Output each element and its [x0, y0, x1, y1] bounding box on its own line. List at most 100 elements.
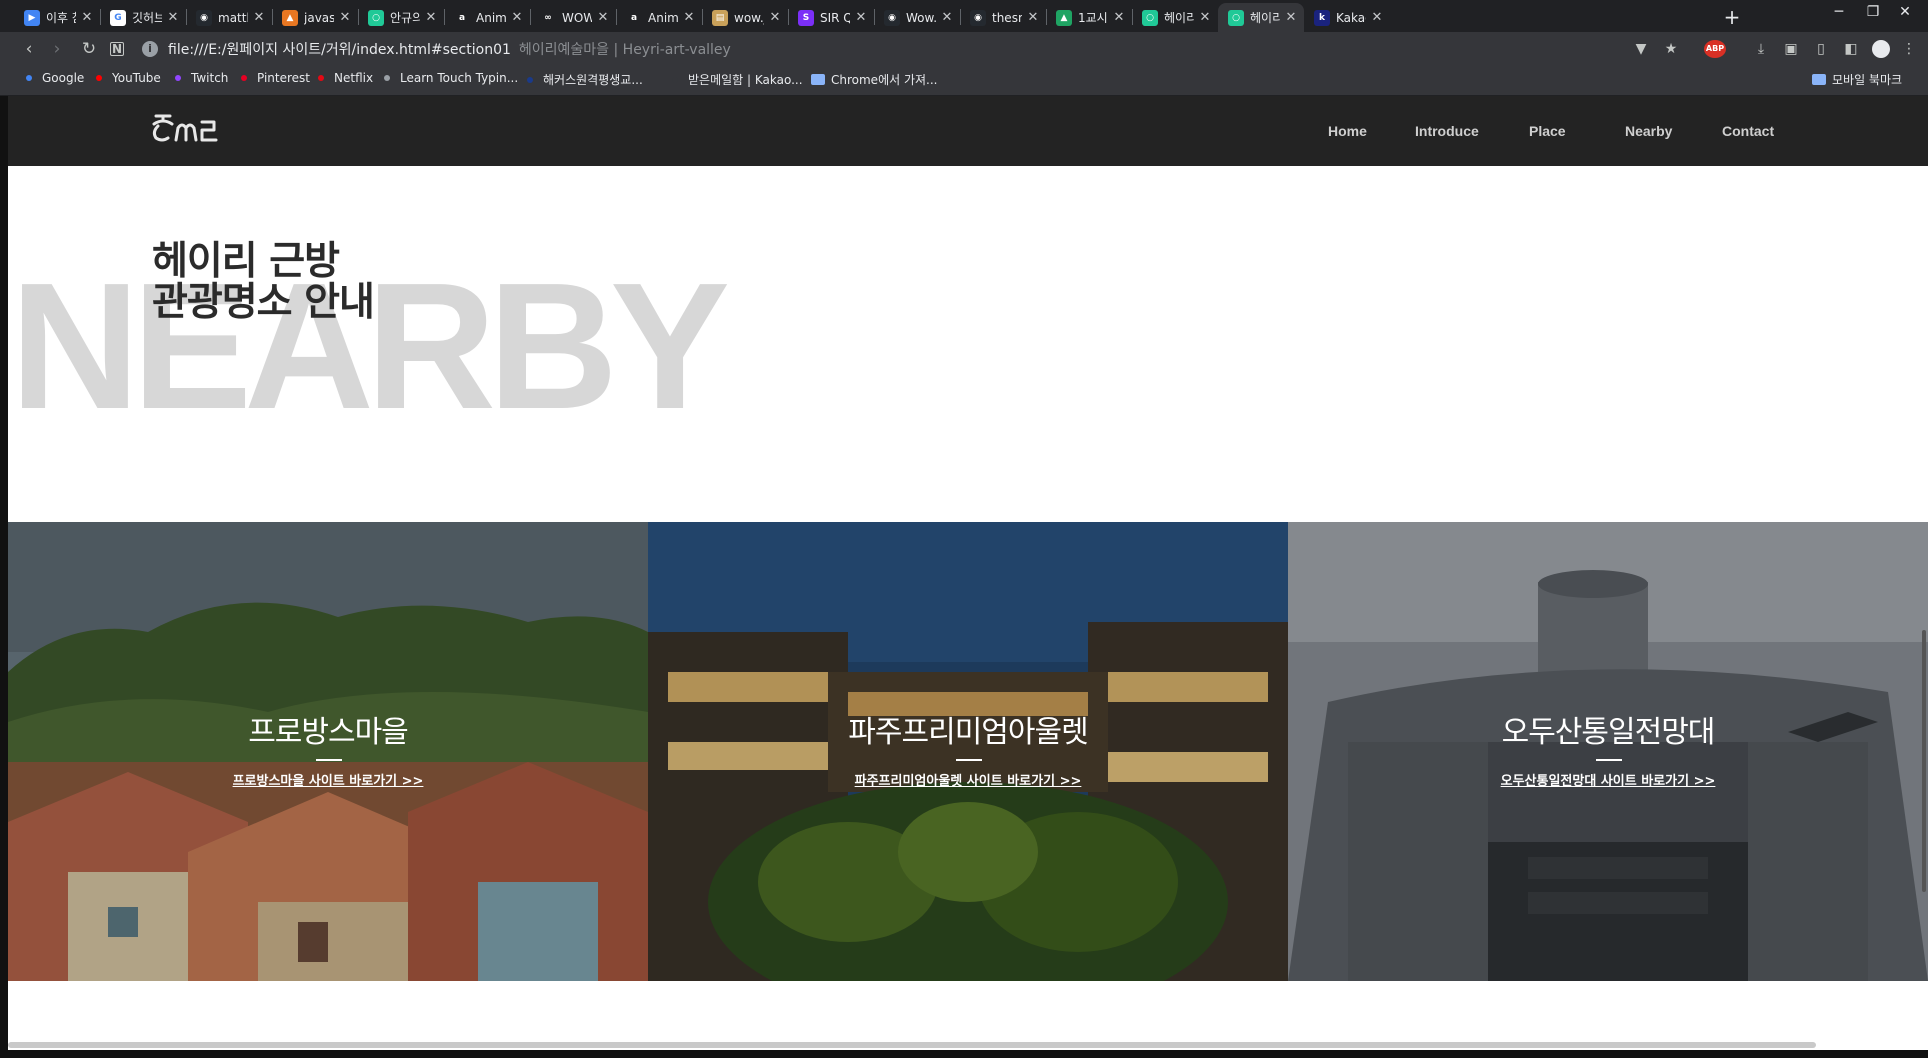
bookmark-item[interactable]: Netflix — [318, 71, 373, 85]
nav-place[interactable]: Place — [1529, 96, 1566, 166]
browser-tab[interactable]: k Kakao D ✕ — [1304, 3, 1390, 32]
browser-tab[interactable]: G 깃허브 · ✕ — [100, 3, 186, 32]
tab-favicon-icon: k — [1314, 9, 1330, 26]
close-tab-icon[interactable]: ✕ — [338, 10, 352, 25]
browser-tab[interactable]: ○ 안규의 ✕ — [358, 3, 444, 32]
reload-icon[interactable]: ↻ — [78, 38, 100, 60]
menu-kebab-icon[interactable]: ⋮ — [1900, 40, 1918, 58]
close-tab-icon[interactable]: ✕ — [854, 10, 868, 25]
bookmark-favicon-icon — [175, 75, 181, 81]
browser-tab[interactable]: ▲ 1교시 - ✕ — [1046, 3, 1132, 32]
browser-tab[interactable]: ◉ matthie ✕ — [186, 3, 272, 32]
browser-tab[interactable]: ▤ wow.js ✕ — [702, 3, 788, 32]
bookmark-item[interactable]: Pinterest — [241, 71, 310, 85]
browser-toolbar: ‹ › ↻ N i file:///E:/원페이지 사이트/거위/index.h… — [0, 32, 1928, 65]
card-link[interactable]: 오두산통일전망대 사이트 바로가기 >> — [1288, 770, 1928, 789]
close-tab-icon[interactable]: ✕ — [252, 10, 266, 25]
forward-icon[interactable]: › — [46, 38, 68, 60]
browser-tab[interactable]: a Animat ✕ — [616, 3, 702, 32]
tab-title: Animat — [476, 10, 506, 25]
bookmark-item[interactable]: YouTube — [96, 71, 161, 85]
bookmark-item[interactable]: Chrome에서 가져... — [811, 71, 938, 88]
close-tab-icon[interactable]: ✕ — [80, 10, 94, 25]
card-title: 오두산통일전망대 — [1501, 715, 1716, 750]
bookmark-item[interactable]: Learn Touch Typin... — [384, 71, 518, 85]
close-tab-icon[interactable]: ✕ — [166, 10, 180, 25]
mobile-bookmarks[interactable]: 모바일 북마크 — [1812, 71, 1902, 88]
close-tab-icon[interactable]: ✕ — [510, 10, 524, 25]
tab-favicon-icon: ◉ — [884, 9, 900, 26]
bookmark-favicon-icon — [527, 76, 533, 83]
heyri-logo[interactable] — [148, 110, 220, 146]
browser-tab[interactable]: S SIR QA ✕ — [788, 3, 874, 32]
card-title: 프로방스마을 — [248, 715, 409, 750]
browser-tab[interactable]: ▶ 이후 참: ✕ — [14, 3, 100, 32]
tab-favicon-icon: ▲ — [1056, 9, 1072, 26]
card-link[interactable]: 파주프리미엄아울렛 사이트 바로가기 >> — [648, 770, 1288, 789]
download-icon[interactable]: ⤓ — [1752, 40, 1770, 58]
window-left-edge — [0, 96, 8, 1050]
nav-nearby[interactable]: Nearby — [1625, 96, 1672, 166]
url-page-title: 헤이리예술마을 | Heyri-art-valley — [518, 42, 731, 58]
tab-title: 헤이리O — [1164, 11, 1194, 25]
bookmark-favicon-icon — [672, 76, 678, 83]
bookmark-item[interactable]: 받은메일함 | Kakao... — [672, 71, 803, 88]
horizontal-scrollbar[interactable] — [8, 1042, 1816, 1048]
close-tab-icon[interactable]: ✕ — [596, 10, 610, 25]
bookmark-label: YouTube — [112, 71, 161, 85]
shield-icon[interactable]: ▼ — [1632, 40, 1650, 58]
card-link[interactable]: 프로방스마을 사이트 바로가기 >> — [8, 770, 648, 789]
browser-tab[interactable]: ◉ thesmar ✕ — [960, 3, 1046, 32]
vertical-scrollbar-thumb[interactable] — [1922, 630, 1926, 892]
close-tab-icon[interactable]: ✕ — [424, 10, 438, 25]
tab-favicon-icon: ▶ — [24, 9, 40, 26]
nav-introduce[interactable]: Introduce — [1415, 96, 1479, 166]
browser-tab[interactable]: ▲ javascri ✕ — [272, 3, 358, 32]
close-tab-icon[interactable]: ✕ — [682, 10, 696, 25]
card-odusan-observatory[interactable]: 오두산통일전망대 오두산통일전망대 사이트 바로가기 >> — [1288, 522, 1928, 981]
nav-home[interactable]: Home — [1328, 96, 1367, 166]
close-tab-icon[interactable]: ✕ — [1198, 10, 1212, 25]
side-panel-icon[interactable]: ◧ — [1842, 40, 1860, 58]
tab-title: wow.js — [734, 10, 764, 25]
notion-extension-icon[interactable]: N — [110, 42, 124, 56]
close-tab-icon[interactable]: ✕ — [940, 10, 954, 25]
adblock-icon[interactable]: ABP — [1704, 40, 1726, 58]
tab-favicon-icon: ∞ — [540, 9, 556, 26]
bookmark-favicon-icon — [318, 75, 324, 81]
card-overlay — [648, 522, 1288, 981]
reading-list-icon[interactable]: ▯ — [1812, 40, 1830, 58]
new-tab-button[interactable]: + — [1720, 5, 1744, 29]
bookmarks-bar: 모바일 북마크 Google YouTube Twitch Pinterest Netf… — [0, 65, 1928, 96]
browser-tab[interactable]: ○ 헤이리O ✕ — [1218, 3, 1304, 32]
close-tab-icon[interactable]: ✕ — [1370, 10, 1384, 25]
bookmark-star-icon[interactable]: ★ — [1662, 40, 1680, 58]
nav-contact[interactable]: Contact — [1722, 96, 1774, 166]
card-title: 파주프리미엄아울렛 — [848, 715, 1088, 750]
address-bar[interactable]: i file:///E:/원페이지 사이트/거위/index.html#sect… — [142, 36, 1612, 62]
close-tab-icon[interactable]: ✕ — [768, 10, 782, 25]
browser-tab[interactable]: a Animat ✕ — [444, 3, 530, 32]
close-window-button[interactable]: ✕ — [1882, 4, 1928, 20]
close-tab-icon[interactable]: ✕ — [1112, 10, 1126, 25]
card-divider — [956, 759, 982, 761]
browser-tab[interactable]: ○ 헤이리O ✕ — [1132, 3, 1218, 32]
section-title-line2: 관광명소 안내 — [152, 280, 375, 325]
browser-tab[interactable]: ∞ WOW.js ✕ — [530, 3, 616, 32]
site-info-icon[interactable]: i — [142, 41, 158, 57]
back-icon[interactable]: ‹ — [18, 38, 40, 60]
bookmark-item[interactable]: 해커스원격평생교... — [527, 71, 643, 88]
folder-icon — [1812, 74, 1826, 85]
card-provence[interactable]: 프로방스마을 프로방스마을 사이트 바로가기 >> — [8, 522, 648, 981]
browser-tab[interactable]: ◉ Wow.js ✕ — [874, 3, 960, 32]
site-header: Home Introduce Place Nearby Contact — [8, 96, 1928, 166]
profile-avatar[interactable] — [1872, 40, 1890, 58]
bookmark-item[interactable]: Google — [26, 71, 84, 85]
bookmark-item[interactable]: Twitch — [175, 71, 228, 85]
bookmark-label: Netflix — [334, 71, 374, 85]
close-tab-icon[interactable]: ✕ — [1026, 10, 1040, 25]
card-paju-outlet[interactable]: 파주프리미엄아울렛 파주프리미엄아울렛 사이트 바로가기 >> — [648, 522, 1288, 981]
camera-icon[interactable]: ▣ — [1782, 40, 1800, 58]
bookmark-label: Twitch — [191, 71, 229, 85]
close-tab-icon[interactable]: ✕ — [1284, 10, 1298, 25]
